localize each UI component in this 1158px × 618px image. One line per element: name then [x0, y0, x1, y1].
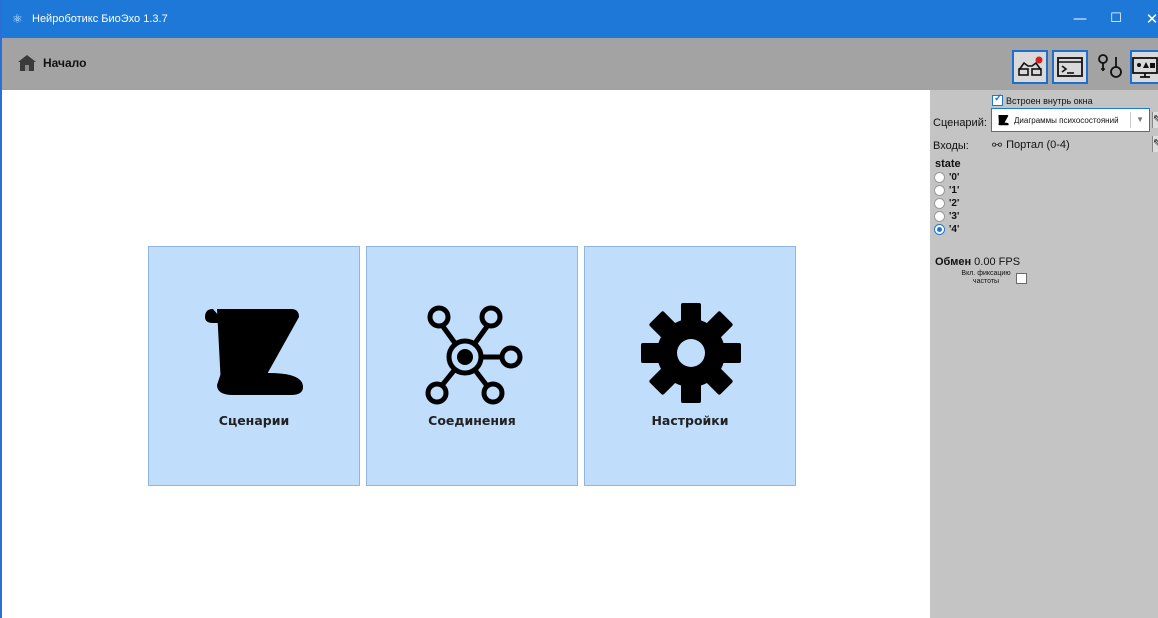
state-option-label: '4': [949, 224, 960, 235]
glasses-icon: [1018, 56, 1043, 76]
tile-settings-label: Настройки: [651, 413, 729, 428]
embed-label: Встроен внутрь окна: [1006, 95, 1093, 106]
state-option-2[interactable]: '2': [934, 198, 959, 209]
title-bar[interactable]: ⚛ Нейроботикс БиоЭхо 1.3.7 — ☐ ✕: [2, 0, 1158, 38]
sensors-icon: [1098, 54, 1122, 78]
chevron-down-icon[interactable]: ▼: [1136, 115, 1144, 124]
tile-scenarios[interactable]: Сценарии: [148, 246, 360, 486]
console-icon: [1057, 57, 1083, 77]
inputs-label: Входы:: [933, 140, 969, 152]
scroll-icon: [205, 309, 303, 395]
edit-inputs-button[interactable]: ✎: [1152, 136, 1158, 152]
pencil-icon: ✎: [1153, 137, 1158, 150]
window-title: Нейроботикс БиоЭхо 1.3.7: [32, 13, 168, 25]
app-logo-icon: ⚛: [12, 12, 23, 26]
toolbar: Начало: [2, 38, 1158, 90]
radio-button[interactable]: [934, 211, 945, 222]
state-title: state: [935, 158, 961, 170]
embed-checkbox[interactable]: [992, 93, 1003, 106]
side-panel: Встроен внутрь окна Сценарий: Диаграммы …: [930, 90, 1158, 618]
embed-checkbox-row[interactable]: Встроен внутрь окна: [992, 93, 1093, 106]
edit-scenario-button[interactable]: ✎: [1152, 112, 1158, 128]
minimize-button[interactable]: —: [1062, 0, 1098, 38]
state-option-label: '0': [949, 172, 960, 183]
display-icon: [1132, 57, 1158, 78]
state-option-label: '3': [949, 211, 960, 222]
select-divider: [1130, 112, 1131, 128]
state-option-label: '1': [949, 185, 960, 196]
inputs-value-text: Портал (0-4): [1006, 139, 1070, 151]
tile-connections-label: Соединения: [428, 413, 516, 428]
fix-rate-row[interactable]: Вкл. фиксацию частоты: [956, 270, 1030, 286]
exchange-status: Обмен 0.00 FPS: [935, 256, 1020, 268]
app-window: ⚛ Нейроботикс БиоЭхо 1.3.7 — ☐ ✕ Начало: [0, 0, 1158, 618]
radio-button[interactable]: [934, 172, 945, 183]
state-option-3[interactable]: '3': [934, 211, 959, 222]
fix-rate-label: Вкл. фиксацию частоты: [961, 270, 1011, 285]
home-label[interactable]: Начало: [43, 56, 86, 70]
pencil-icon: ✎: [1153, 113, 1158, 126]
tile-scenarios-label: Сценарии: [218, 413, 290, 428]
tile-connections[interactable]: Соединения: [366, 246, 578, 486]
glasses-button[interactable]: [1012, 50, 1048, 84]
display-button[interactable]: [1130, 50, 1158, 84]
state-option-1[interactable]: '1': [934, 185, 959, 196]
main-area: Сценарии Соединения Настройки: [2, 90, 930, 618]
close-button[interactable]: ✕: [1134, 0, 1158, 38]
home-icon[interactable]: [17, 54, 37, 72]
radio-button[interactable]: [934, 185, 945, 196]
exchange-value: 0.00 FPS: [974, 256, 1021, 268]
tile-settings[interactable]: Настройки: [584, 246, 796, 486]
sensors-button[interactable]: [1092, 50, 1128, 84]
state-option-0[interactable]: '0': [934, 172, 959, 183]
inputs-value[interactable]: ⚯ Портал (0-4): [992, 138, 1070, 152]
state-option-label: '2': [949, 198, 960, 209]
scenario-select[interactable]: Диаграммы психосостояний ▼: [991, 108, 1150, 132]
scenario-label: Сценарий:: [933, 117, 987, 129]
fix-rate-checkbox[interactable]: [1016, 272, 1027, 284]
gear-icon: [641, 303, 741, 403]
scenario-value: Диаграммы психосостояний: [1014, 115, 1119, 125]
scroll-icon: [998, 114, 1009, 126]
exchange-label: Обмен: [935, 256, 972, 268]
console-button[interactable]: [1052, 50, 1088, 84]
maximize-button[interactable]: ☐: [1098, 0, 1134, 38]
network-icon: [425, 305, 523, 405]
state-option-4[interactable]: '4': [934, 224, 959, 235]
radio-button-selected[interactable]: [934, 224, 945, 235]
network-icon: ⚯: [992, 138, 1003, 152]
radio-button[interactable]: [934, 198, 945, 209]
